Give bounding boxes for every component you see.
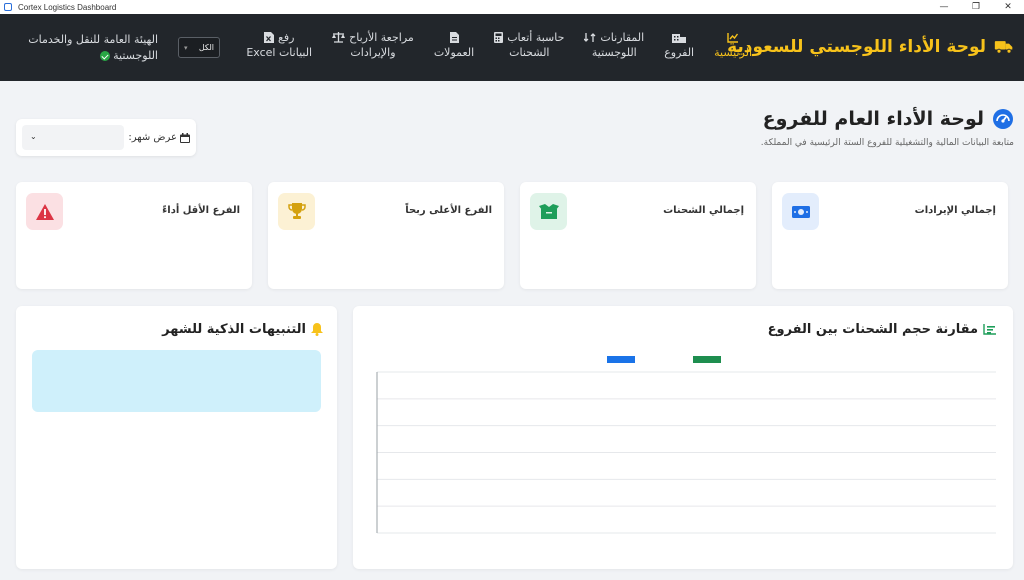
organization-name: الهيئة العامة للنقل والخدمات اللوجستية	[26, 32, 158, 64]
nav-item-label: حاسبة أتعاب	[507, 31, 565, 44]
nav-item-shipping-calculator[interactable]: حاسبة أتعاب الشحنات	[484, 30, 574, 60]
trophy-icon	[278, 193, 315, 230]
shipments-chart	[376, 356, 996, 534]
chevron-down-icon: ▾	[184, 43, 188, 52]
scale-icon	[332, 32, 346, 43]
nav-item-profit-review[interactable]: مراجعة الأرباح والإيرادات	[322, 30, 424, 60]
page-header: لوحة الأداء العام للفروع متابعة البيانات…	[761, 108, 1014, 148]
nav-item-sublabel: والإيرادات	[350, 46, 396, 59]
calendar-icon	[180, 132, 190, 143]
app-icon	[4, 3, 12, 11]
nav-item-label: العمولات	[433, 46, 475, 59]
org-name-line2: اللوجستية	[113, 49, 158, 62]
truck-icon	[994, 41, 1013, 54]
window-title-bar: Cortex Logistics Dashboard — ❐ ✕	[0, 0, 1024, 14]
window-title: Cortex Logistics Dashboard	[18, 2, 117, 12]
kpi-card-total-revenue: إجمالي الإيرادات	[772, 182, 1008, 289]
close-button[interactable]: ✕	[992, 0, 1024, 14]
nav-item-commissions[interactable]: العمولات	[424, 30, 484, 60]
nav-item-label: مراجعة الأرباح	[349, 31, 414, 44]
nav-item-sublabel: البيانات Excel	[246, 46, 313, 59]
nav-item-upload-excel[interactable]: رفع البيانات Excel	[236, 30, 322, 60]
branch-filter-select[interactable]: الكل ▾	[178, 37, 220, 58]
warning-icon	[26, 193, 63, 230]
bell-icon	[311, 323, 323, 336]
nav-item-comparisons[interactable]: المقارنات اللوجستية	[574, 30, 654, 60]
nav-item-label: رفع	[278, 31, 295, 44]
minimize-button[interactable]: —	[928, 0, 960, 14]
chart-line-icon	[727, 30, 739, 45]
kpi-label: الفرع الأعلى ربحاً	[405, 205, 492, 216]
smart-alerts-panel: التنبيهات الذكية للشهر	[16, 306, 337, 569]
check-circle-icon	[99, 51, 110, 61]
kpi-label: إجمالي الإيرادات	[914, 205, 996, 216]
box-open-icon	[530, 193, 567, 230]
brand[interactable]: لوحة الأداء اللوجستي للسعودية	[727, 37, 1014, 57]
brand-title: لوحة الأداء اللوجستي للسعودية	[727, 37, 986, 57]
month-label: عرض شهر:	[128, 132, 177, 143]
alerts-empty-box	[32, 350, 321, 412]
money-icon	[782, 193, 819, 230]
nav-item-label: الفروع	[664, 46, 695, 59]
file-icon	[449, 30, 459, 45]
page-subtitle: متابعة البيانات المالية والتشغيلية للفرو…	[760, 138, 1014, 148]
nav-item-home[interactable]: الرئيسية	[704, 30, 762, 60]
kpi-card-top-branch: الفرع الأعلى ربحاً	[268, 182, 504, 289]
top-navbar: لوحة الأداء اللوجستي للسعودية الرئيسية ا…	[0, 14, 1024, 81]
building-icon	[672, 30, 687, 45]
gauge-icon	[993, 109, 1013, 129]
maximize-button[interactable]: ❐	[960, 0, 992, 14]
main-nav: الرئيسية الفروع المقارنات اللوجستية حاسب…	[236, 30, 762, 60]
month-picker-card: عرض شهر: ⌄	[16, 119, 196, 156]
nav-item-sublabel: الشحنات	[509, 46, 550, 59]
kpi-label: إجمالي الشحنات	[663, 205, 744, 216]
shipments-chart-card: مقارنة حجم الشحنات بين الفروع	[353, 306, 1013, 569]
nav-item-label: المقارنات	[600, 31, 645, 44]
kpi-card-total-shipments: إجمالي الشحنات	[520, 182, 756, 289]
chevron-down-icon: ⌄	[30, 132, 37, 141]
calculator-icon	[494, 32, 504, 43]
nav-item-branches[interactable]: الفروع	[654, 30, 704, 60]
swap-icon	[584, 33, 596, 42]
kpi-label: الفرع الأقل أداءً	[162, 205, 240, 216]
legend-swatch-2[interactable]	[693, 356, 721, 363]
month-select[interactable]: ⌄	[22, 125, 125, 150]
file-excel-icon	[264, 32, 274, 43]
nav-item-label: الرئيسية	[714, 46, 752, 59]
window-controls: — ❐ ✕	[928, 0, 1024, 14]
branch-filter-value: الكل	[198, 43, 214, 52]
kpi-card-lowest-branch: الفرع الأقل أداءً	[16, 182, 252, 289]
nav-item-sublabel: اللوجستية	[591, 46, 637, 59]
month-label-wrap: عرض شهر:	[128, 132, 190, 143]
alerts-title: التنبيهات الذكية للشهر	[162, 322, 306, 337]
org-name-line1: الهيئة العامة للنقل والخدمات	[28, 33, 158, 46]
legend-swatch-1[interactable]	[607, 356, 635, 363]
page-title: لوحة الأداء العام للفروع	[762, 108, 984, 130]
